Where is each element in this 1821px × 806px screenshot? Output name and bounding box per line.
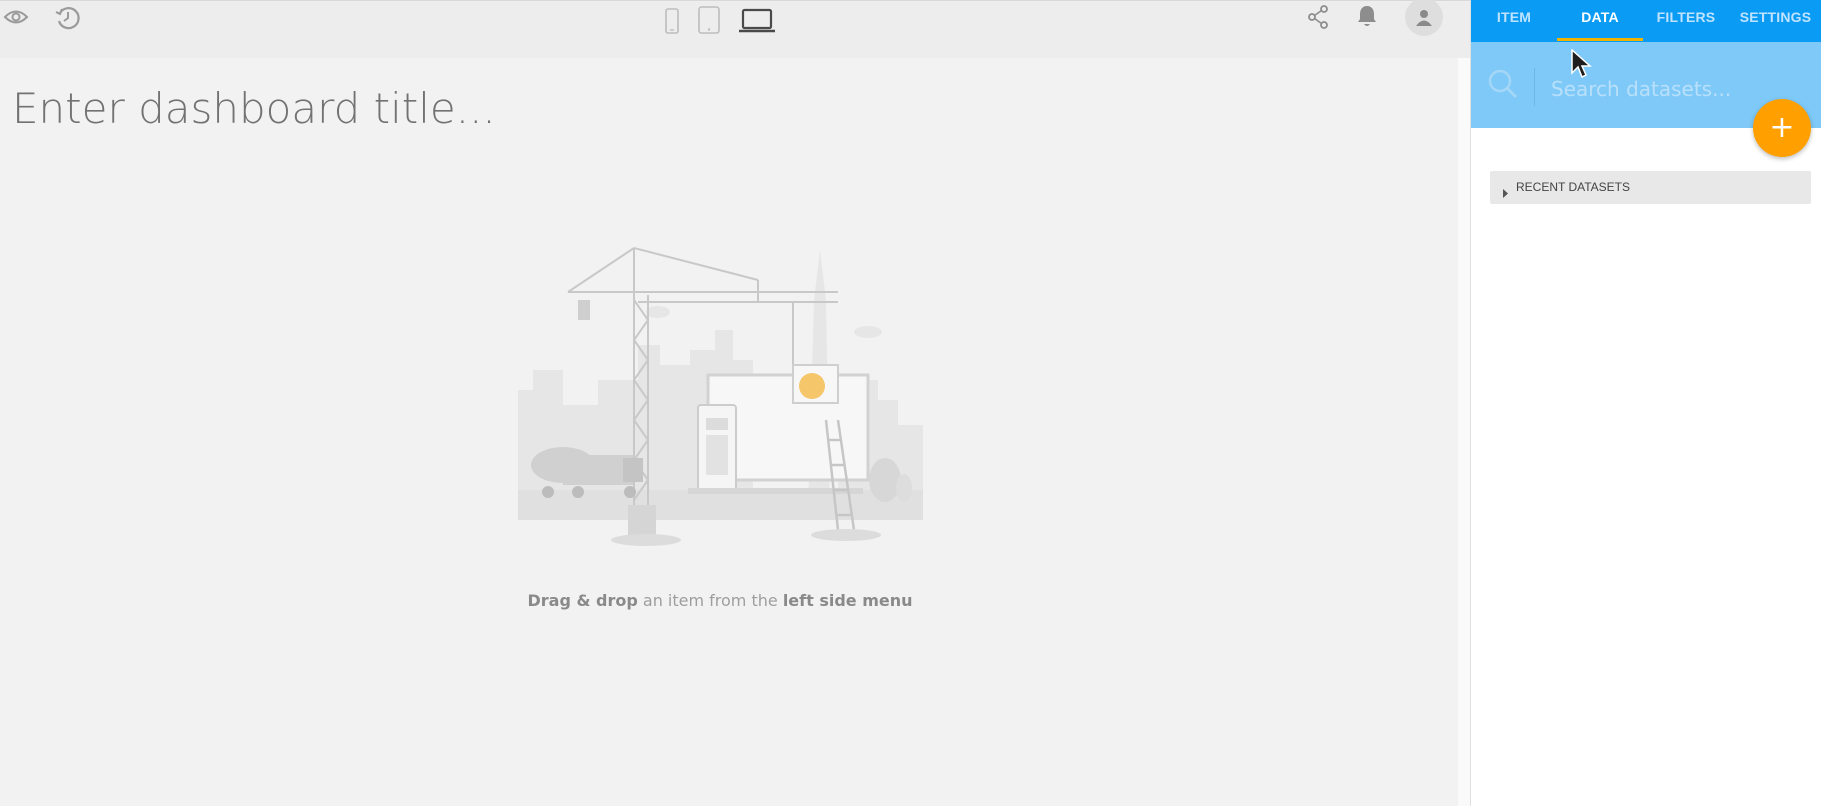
mouse-cursor-icon [1571,48,1593,83]
tablet-icon[interactable] [697,6,721,34]
search-icon [1487,68,1519,104]
hint-strong-drag-drop: Drag & drop [527,591,638,610]
history-icon[interactable] [54,4,82,32]
canvas-gutter [1458,58,1470,806]
laptop-icon[interactable] [738,8,776,34]
right-side-panel: ITEM DATA FILTERS SETTINGS + RECENT DATA… [1470,0,1821,806]
dashboard-title-input[interactable] [12,80,912,136]
bell-icon[interactable] [1356,4,1378,28]
hint-middle-text: an item from the [637,591,783,610]
hint-strong-left-menu: left side menu [782,591,913,610]
add-dataset-button[interactable]: + [1753,99,1811,157]
plus-icon: + [1769,110,1795,145]
top-toolbar [0,0,1470,59]
tab-filters[interactable]: FILTERS [1643,0,1729,42]
search-divider [1534,68,1535,106]
drag-drop-hint: Drag & drop an item from the left side m… [440,591,1000,610]
recent-datasets-section[interactable]: RECENT DATASETS [1490,171,1811,204]
recent-datasets-label: RECENT DATASETS [1516,180,1631,194]
tab-settings[interactable]: SETTINGS [1729,0,1821,42]
phone-icon[interactable] [664,7,680,35]
panel-tab-bar: ITEM DATA FILTERS SETTINGS [1471,0,1821,42]
caret-right-icon [1503,183,1509,202]
tab-data[interactable]: DATA [1557,0,1643,42]
tab-item[interactable]: ITEM [1471,0,1557,42]
user-avatar-icon[interactable] [1405,0,1443,36]
construction-illustration [518,247,923,546]
active-tab-indicator [1557,38,1643,41]
eye-icon[interactable] [2,5,30,29]
share-icon[interactable] [1306,5,1330,29]
